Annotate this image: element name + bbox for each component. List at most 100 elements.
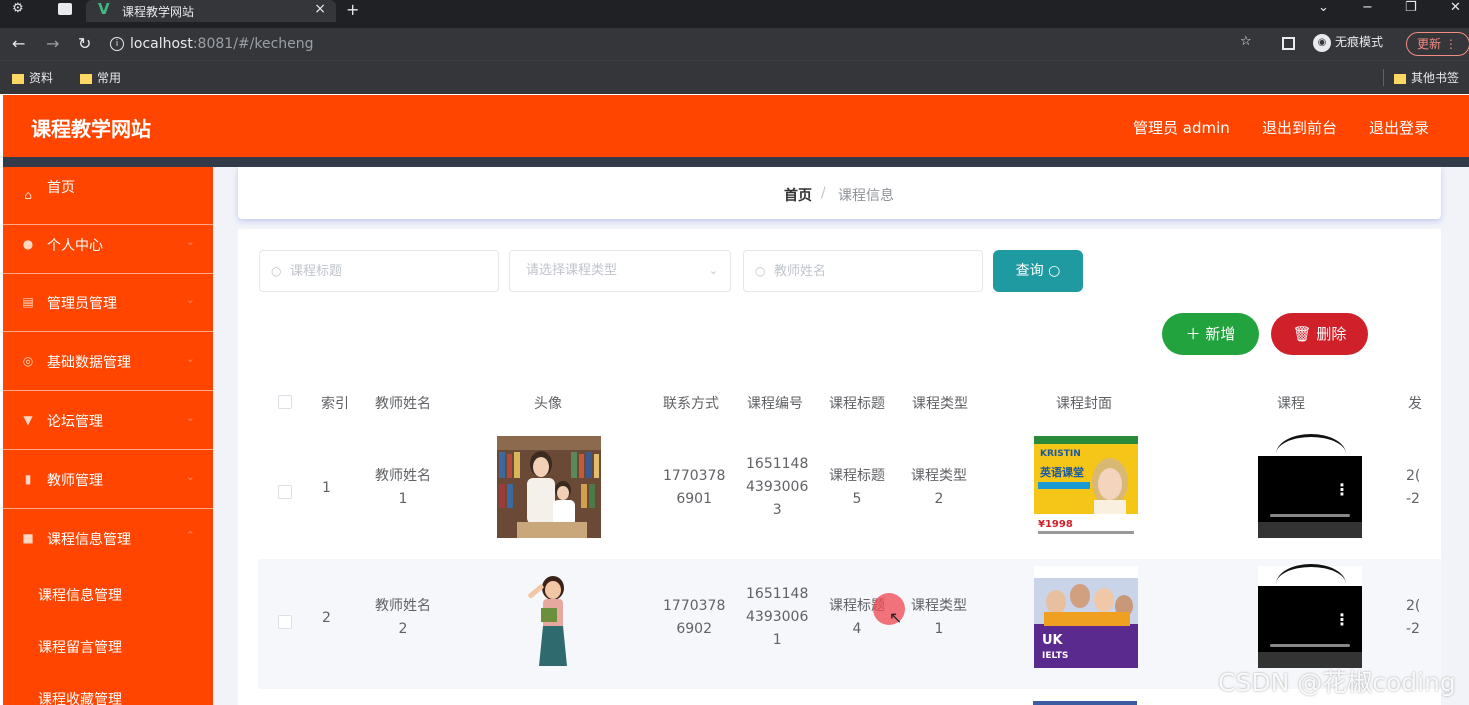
video-menu-icon[interactable]: ⋮ [1334,610,1350,629]
breadcrumb-current: 课程信息 [838,188,894,204]
course-title-search[interactable]: ○ [259,250,499,292]
home-icon: ⌂ [24,188,32,202]
row-teacher-name: 教师姓名 2 [375,595,431,641]
back-icon[interactable]: ← [12,34,25,53]
tab-search-icon[interactable]: ⌄ [1318,0,1329,15]
bookmark-star-icon[interactable]: ☆ [1240,34,1252,49]
side-panel-icon[interactable] [1282,37,1295,50]
other-bookmarks[interactable]: 其他书签 [1383,69,1459,86]
new-tab-button[interactable]: + [346,0,359,19]
cover-brand: KRISTIN [1040,449,1081,459]
delete-label: 删除 [1316,325,1347,343]
sidebar-item-teachers[interactable]: ▮ 教师管理 ⌄ [3,451,213,509]
sidebar-subitem-label: 课程信息管理 [38,588,122,604]
video-progress-bar[interactable] [1270,644,1350,647]
course-video-player[interactable]: ⋮ [1258,564,1362,668]
course-cover-image[interactable] [1033,701,1137,705]
delete-button[interactable]: 🗑 删除 [1271,313,1368,355]
row-checkbox[interactable] [278,485,292,499]
chrome-menu-icon[interactable]: ⚙ [12,0,24,20]
table-row[interactable]: 1 教师姓名 1 1770378 6901 1651148 4393006 3 … [258,429,1441,559]
title-line2: 5 [852,491,862,507]
sidebar-subitem-course-info[interactable]: 课程信息管理 [3,569,213,621]
plus-icon: ＋ [1185,325,1201,343]
course-video-player[interactable]: ⋮ [1258,434,1362,538]
teacher-name-search[interactable]: ○ [743,250,983,292]
col-course-type: 课程类型 [912,396,968,412]
url-field[interactable]: i localhost:8081/#/kecheng [110,32,1290,56]
trash-icon: 🗑 [1292,325,1312,343]
folder-icon [1394,73,1406,84]
course-cover-image[interactable]: UK IELTS [1034,566,1138,668]
code-line3: 3 [772,502,782,518]
incognito-label: 无痕模式 [1335,35,1384,49]
site-info-icon[interactable]: i [110,37,124,51]
tab-close-icon[interactable]: × [314,1,326,17]
main-content: 首页 / 课程信息 ○ 请选择课程类型 ⌄ ○ 查询 ○ ＋ 新增 🗑 删除 [213,167,1469,705]
sidebar-subitem-course-comments[interactable]: 课程留言管理 [3,621,213,673]
update-label: 更新 [1417,37,1442,51]
logout-link[interactable]: 退出登录 [1369,117,1429,138]
row-course-code: 1651148 4393006 1 [746,583,808,652]
restore-icon[interactable]: ❐ [1405,0,1417,15]
add-button[interactable]: ＋ 新增 [1162,313,1259,355]
tab-title: 课程教学网站 [122,5,195,19]
search-icon: ○ [271,264,282,278]
course-cover-image[interactable]: KRISTIN 英语课堂 ¥1998 [1034,436,1138,538]
document-icon: ▤ [22,295,34,309]
select-all-checkbox[interactable] [278,395,292,409]
window-close-icon[interactable]: ✕ [1450,0,1461,15]
sidebar-subitem-course-favorites[interactable]: 课程收藏管理 [3,673,213,705]
teacher-avatar[interactable] [497,566,601,668]
row-index: 1 [322,480,331,496]
row-course-type: 课程类型 1 [911,595,967,641]
bookmark-label: 常用 [97,71,122,85]
row-checkbox[interactable] [278,615,292,629]
vue-logo-icon: V [98,0,110,18]
breadcrumb-separator: / [821,185,826,201]
exit-to-front-link[interactable]: 退出到前台 [1262,117,1337,138]
sidebar-item-profile[interactable]: ● 个人中心 ⌄ [3,216,213,274]
sidebar-item-course-info[interactable]: ■ 课程信息管理 ⌃ [3,510,213,568]
minimize-icon[interactable]: − [1362,0,1373,15]
bookmark-folder-2[interactable]: 常用 [80,69,121,86]
date-line1: 2( [1406,598,1421,614]
reload-icon[interactable]: ↻ [78,34,91,53]
video-progress-bar[interactable] [1270,514,1350,517]
sidebar-item-basic-data[interactable]: ◎ 基础数据管理 ⌄ [3,333,213,391]
video-arc [1276,564,1346,604]
code-line1: 1651148 [746,456,809,472]
browser-tabbar: ⚙ V 课程教学网站 × + ⌄ − ❐ ✕ [0,0,1469,28]
forward-icon[interactable]: → [46,34,59,53]
sidebar-item-forum[interactable]: ▼ 论坛管理 ⌄ [3,392,213,450]
col-phone: 联系方式 [663,396,719,412]
sidebar-item-label: 基础数据管理 [47,355,131,371]
phone-line2: 6901 [676,491,712,507]
col-index: 索引 [321,396,349,412]
phone-line2: 6902 [676,621,712,637]
chevron-down-icon: ⌄ [185,352,195,365]
bookmark-folder-1[interactable]: 资料 [12,69,53,86]
sidebar-item-admins[interactable]: ▤ 管理员管理 ⌄ [3,274,213,332]
query-button[interactable]: 查询 ○ [993,250,1083,292]
course-title-input[interactable] [290,251,481,291]
row-course-type: 课程类型 2 [911,465,967,511]
incognito-indicator[interactable]: ◉ 无痕模式 [1313,33,1383,52]
cover-line1: UK [1042,633,1064,648]
code-line3: 1 [772,632,782,648]
update-button[interactable]: 更新 ⋮ [1406,32,1469,56]
sidebar-item-label: 论坛管理 [47,414,103,430]
tab-strip-icon[interactable] [58,3,72,15]
browser-tab-active[interactable]: V 课程教学网站 × [86,0,336,22]
course-type-select[interactable]: 请选择课程类型 ⌄ [509,250,731,292]
site-title: 课程教学网站 [31,117,151,141]
teacher-name-input[interactable] [774,251,965,291]
teacher-name-line2: 2 [398,621,408,637]
breadcrumb-home[interactable]: 首页 [784,185,812,205]
video-menu-icon[interactable]: ⋮ [1334,480,1350,499]
forum-icon: ▼ [23,413,33,427]
header-divider [3,157,1469,167]
url-path: :8081/#/kecheng [192,36,314,52]
cover-ielts-illustration: UK IELTS [1034,566,1138,668]
teacher-avatar[interactable] [497,436,601,538]
